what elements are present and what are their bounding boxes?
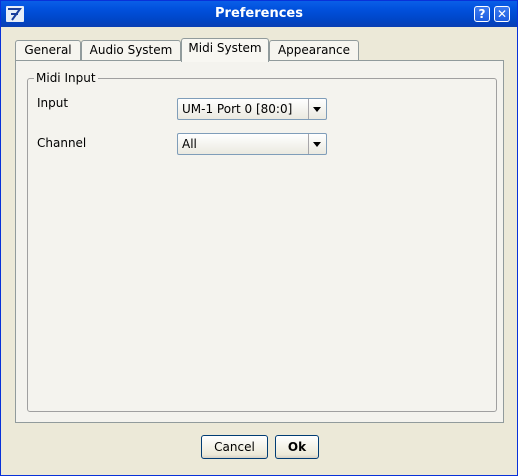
help-button[interactable]: ?	[474, 6, 490, 22]
midi-input-group: Midi Input Input UM-1 Port 0 [80:0] Chan…	[27, 71, 497, 412]
tab-audio-system[interactable]: Audio System	[81, 40, 181, 61]
close-button[interactable]: ✕	[494, 6, 510, 22]
tab-general[interactable]: General	[15, 40, 81, 61]
input-select[interactable]: UM-1 Port 0 [80:0]	[177, 98, 327, 120]
input-label: Input	[37, 96, 69, 110]
channel-select-value: All	[182, 137, 197, 151]
cancel-button[interactable]: Cancel	[201, 435, 268, 459]
tab-midi-system[interactable]: Midi System	[181, 38, 269, 62]
group-title: Midi Input	[34, 71, 98, 85]
channel-label: Channel	[37, 136, 87, 150]
tab-appearance[interactable]: Appearance	[269, 40, 359, 61]
chevron-down-icon[interactable]	[308, 99, 326, 119]
chevron-down-icon[interactable]	[308, 134, 326, 154]
window-title: Preferences	[215, 6, 303, 21]
input-select-value: UM-1 Port 0 [80:0]	[182, 102, 293, 116]
channel-select[interactable]: All	[177, 133, 327, 155]
title-bar[interactable]: Preferences ? ✕	[1, 1, 517, 27]
midi-system-panel: Midi Input Input UM-1 Port 0 [80:0] Chan…	[15, 60, 504, 423]
preferences-dialog: Preferences ? ✕ General Audio System Mid…	[0, 0, 518, 476]
tab-bar: General Audio System Midi System Appeara…	[15, 38, 505, 62]
ok-button[interactable]: Ok	[275, 435, 319, 459]
